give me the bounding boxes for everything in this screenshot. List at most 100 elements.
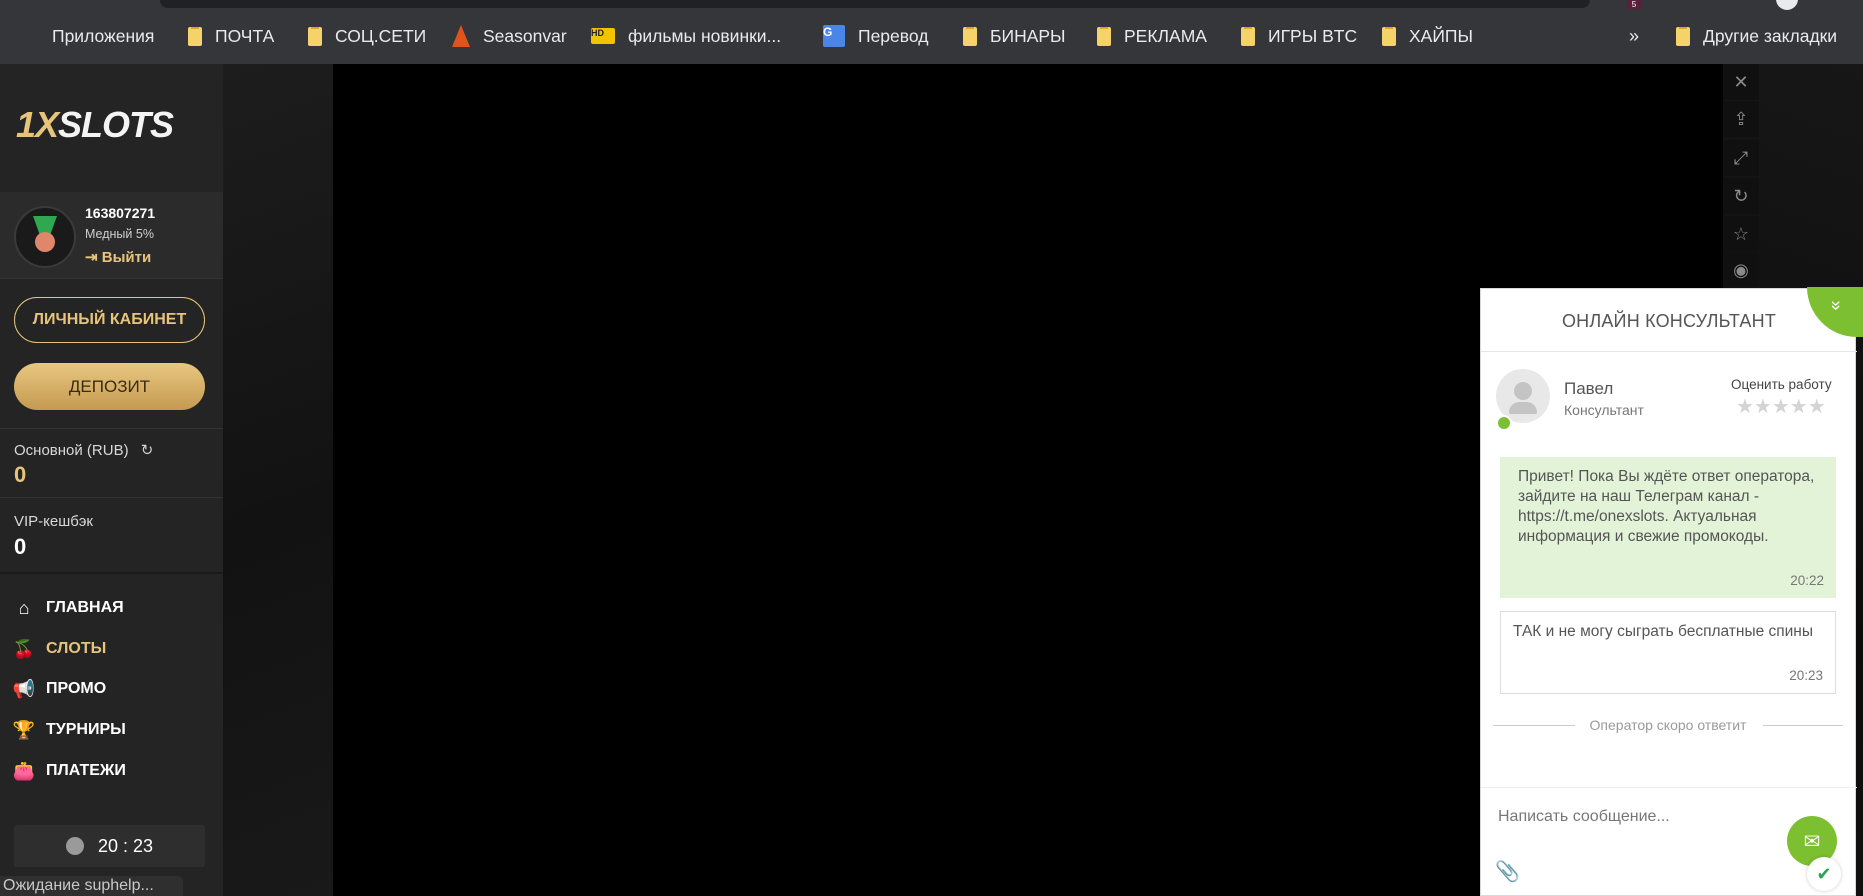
bookmark-seasonvar[interactable]: Seasonvar [452,22,567,50]
divider [0,278,223,279]
personal-cabinet-button[interactable]: ЛИЧНЫЙ КАБИНЕТ [14,297,205,343]
logout-label: Выйти [101,249,152,266]
deposit-button[interactable]: ДЕПОЗИТ [14,363,205,410]
bookmark-label: ХАЙПЫ [1409,25,1473,46]
bookmark-label: Приложения [52,25,155,46]
balance-label-text: Основной (RUB) [14,442,129,459]
translate-icon: G [823,25,845,47]
share-game-button[interactable]: ⇪ [1723,101,1759,137]
nav-label: СЛОТЫ [46,640,107,657]
chat-message-user: ТАК и не могу сыграть бесплатные спины 2… [1500,611,1836,694]
avatar [14,206,76,268]
divider [0,497,223,498]
clock-widget: 20 : 23 [14,825,205,867]
folder-icon [1676,26,1690,46]
nav-item-promo[interactable]: 📢 ПРОМО [13,677,107,701]
nav-label: ПЛАТЕЖИ [46,762,126,779]
bookmarks-bar: 5 Приложения ПОЧТА СОЦ.СЕТИ Seasonvar HD… [0,0,1863,64]
bookmark-label: ПОЧТА [215,25,275,46]
favorite-game-button[interactable]: ☆ [1723,216,1759,252]
operator-head-icon [1514,382,1532,400]
nav-item-home[interactable]: ⌂ ГЛАВНАЯ [14,596,124,620]
profile-avatar[interactable] [1776,0,1798,10]
bookmark-mail[interactable]: ПОЧТА [188,22,274,50]
seasonvar-icon [452,25,470,47]
share-icon: ⇪ [1733,108,1749,129]
cashback-value: 0 [14,534,27,559]
operator-status-line: Оператор скоро ответит [1493,717,1843,733]
balance-label: Основной (RUB) ↻ [14,441,153,459]
message-time: 20:22 [1790,573,1824,588]
star-icon: ☆ [1732,223,1750,244]
refresh-balance-icon[interactable]: ↻ [141,442,154,459]
bookmark-binary[interactable]: БИНАРЫ [963,22,1066,50]
bookmark-ads[interactable]: РЕКЛАМА [1097,22,1207,50]
folder-icon [1241,26,1255,46]
bookmark-hype[interactable]: ХАЙПЫ [1382,22,1473,50]
bookmark-label: Другие закладки [1703,25,1838,46]
online-status-dot [1496,415,1512,431]
bookmark-translate[interactable]: G Перевод [823,22,928,50]
nav-item-slots[interactable]: 🍒 СЛОТЫ [13,637,107,661]
wallet-icon: 👛 [12,760,36,781]
nav-item-payments[interactable]: 👛 ПЛАТЕЖИ [12,759,126,783]
bookmark-social[interactable]: СОЦ.СЕТИ [308,22,426,50]
operator-name: Павел [1564,379,1614,398]
message-text: Привет! Пока Вы ждёте ответ оператора, з… [1518,468,1815,545]
divider [0,572,223,574]
divider [0,428,223,429]
attach-file-icon[interactable]: 📎 [1495,859,1520,884]
bookmark-apps[interactable]: Приложения [18,22,154,50]
clock-time: 20 : 23 [97,835,154,856]
chevron-double-down-icon: » [1826,300,1847,311]
logout-icon: ⇥ [85,249,102,266]
site-logo[interactable]: 1XSLOTS [16,104,174,146]
toggle-icon: ◉ [1733,259,1749,280]
copper-medal-icon [35,232,55,252]
bookmark-btc-games[interactable]: ИГРЫ BTC [1241,22,1357,50]
toggle-mode-button[interactable]: ◉ [1723,253,1759,287]
trophy-icon: 🏆 [12,719,36,740]
nav-label: ПРОМО [46,680,107,697]
bookmark-films[interactable]: HD фильмы новинки... [591,22,781,50]
close-game-button[interactable]: ✕ [1723,64,1759,100]
chat-widget: » ОНЛАЙН КОНСУЛЬТАНТ Павел Консультант О… [1480,287,1863,896]
logout-link[interactable]: ⇥ Выйти [85,248,151,266]
reload-game-button[interactable]: ↻ [1723,178,1759,214]
folder-icon [1382,26,1396,46]
message-input[interactable]: Написать сообщение... [1498,808,1670,826]
message-time: 20:23 [1789,668,1823,683]
extension-badge[interactable]: 5 [1627,0,1641,9]
logo-suffix: SLOTS [58,104,174,145]
other-bookmarks[interactable]: Другие закладки [1676,22,1837,50]
folder-icon [1097,26,1111,46]
reload-icon: ↻ [1733,185,1749,206]
divider [1481,351,1857,352]
user-id: 163807271 [85,205,156,221]
bookmark-label: ИГРЫ BTC [1268,25,1358,46]
fullscreen-button[interactable]: ⤢ [1723,140,1759,176]
nav-item-tournaments[interactable]: 🏆 ТУРНИРЫ [12,718,126,742]
rating-stars[interactable]: ★★★★★ [1736,394,1826,419]
user-panel: 163807271 Медный 5% ⇥ Выйти [0,192,223,278]
message-text: ТАК и не могу сыграть бесплатные спины [1513,623,1814,640]
logo-prefix: 1X [16,104,59,145]
chat-title: ОНЛАЙН КОНСУЛЬТАНТ [1561,311,1777,331]
fullscreen-icon: ⤢ [1733,147,1749,168]
bookmark-label: РЕКЛАМА [1124,25,1207,46]
home-icon: ⌂ [18,597,30,618]
operator-status-text: Оператор скоро ответит [1589,717,1747,733]
chat-message-bot: Привет! Пока Вы ждёте ответ оператора, з… [1500,457,1836,598]
close-icon: ✕ [1733,71,1749,92]
bookmark-label: СОЦ.СЕТИ [335,25,427,46]
user-rank: Медный 5% [85,227,154,241]
send-icon: ✉ [1803,830,1821,853]
bookmark-label: БИНАРЫ [990,25,1066,46]
bookmark-label: фильмы новинки... [628,25,782,46]
address-bar-edge[interactable] [160,0,1590,8]
balance-value: 0 [14,462,27,487]
bookmarks-more-button[interactable]: » [1629,22,1639,50]
sidebar: 1XSLOTS 163807271 Медный 5% ⇥ Выйти ЛИЧН… [0,64,223,896]
bookmark-label: Seasonvar [483,25,567,46]
clock-icon [65,837,84,855]
